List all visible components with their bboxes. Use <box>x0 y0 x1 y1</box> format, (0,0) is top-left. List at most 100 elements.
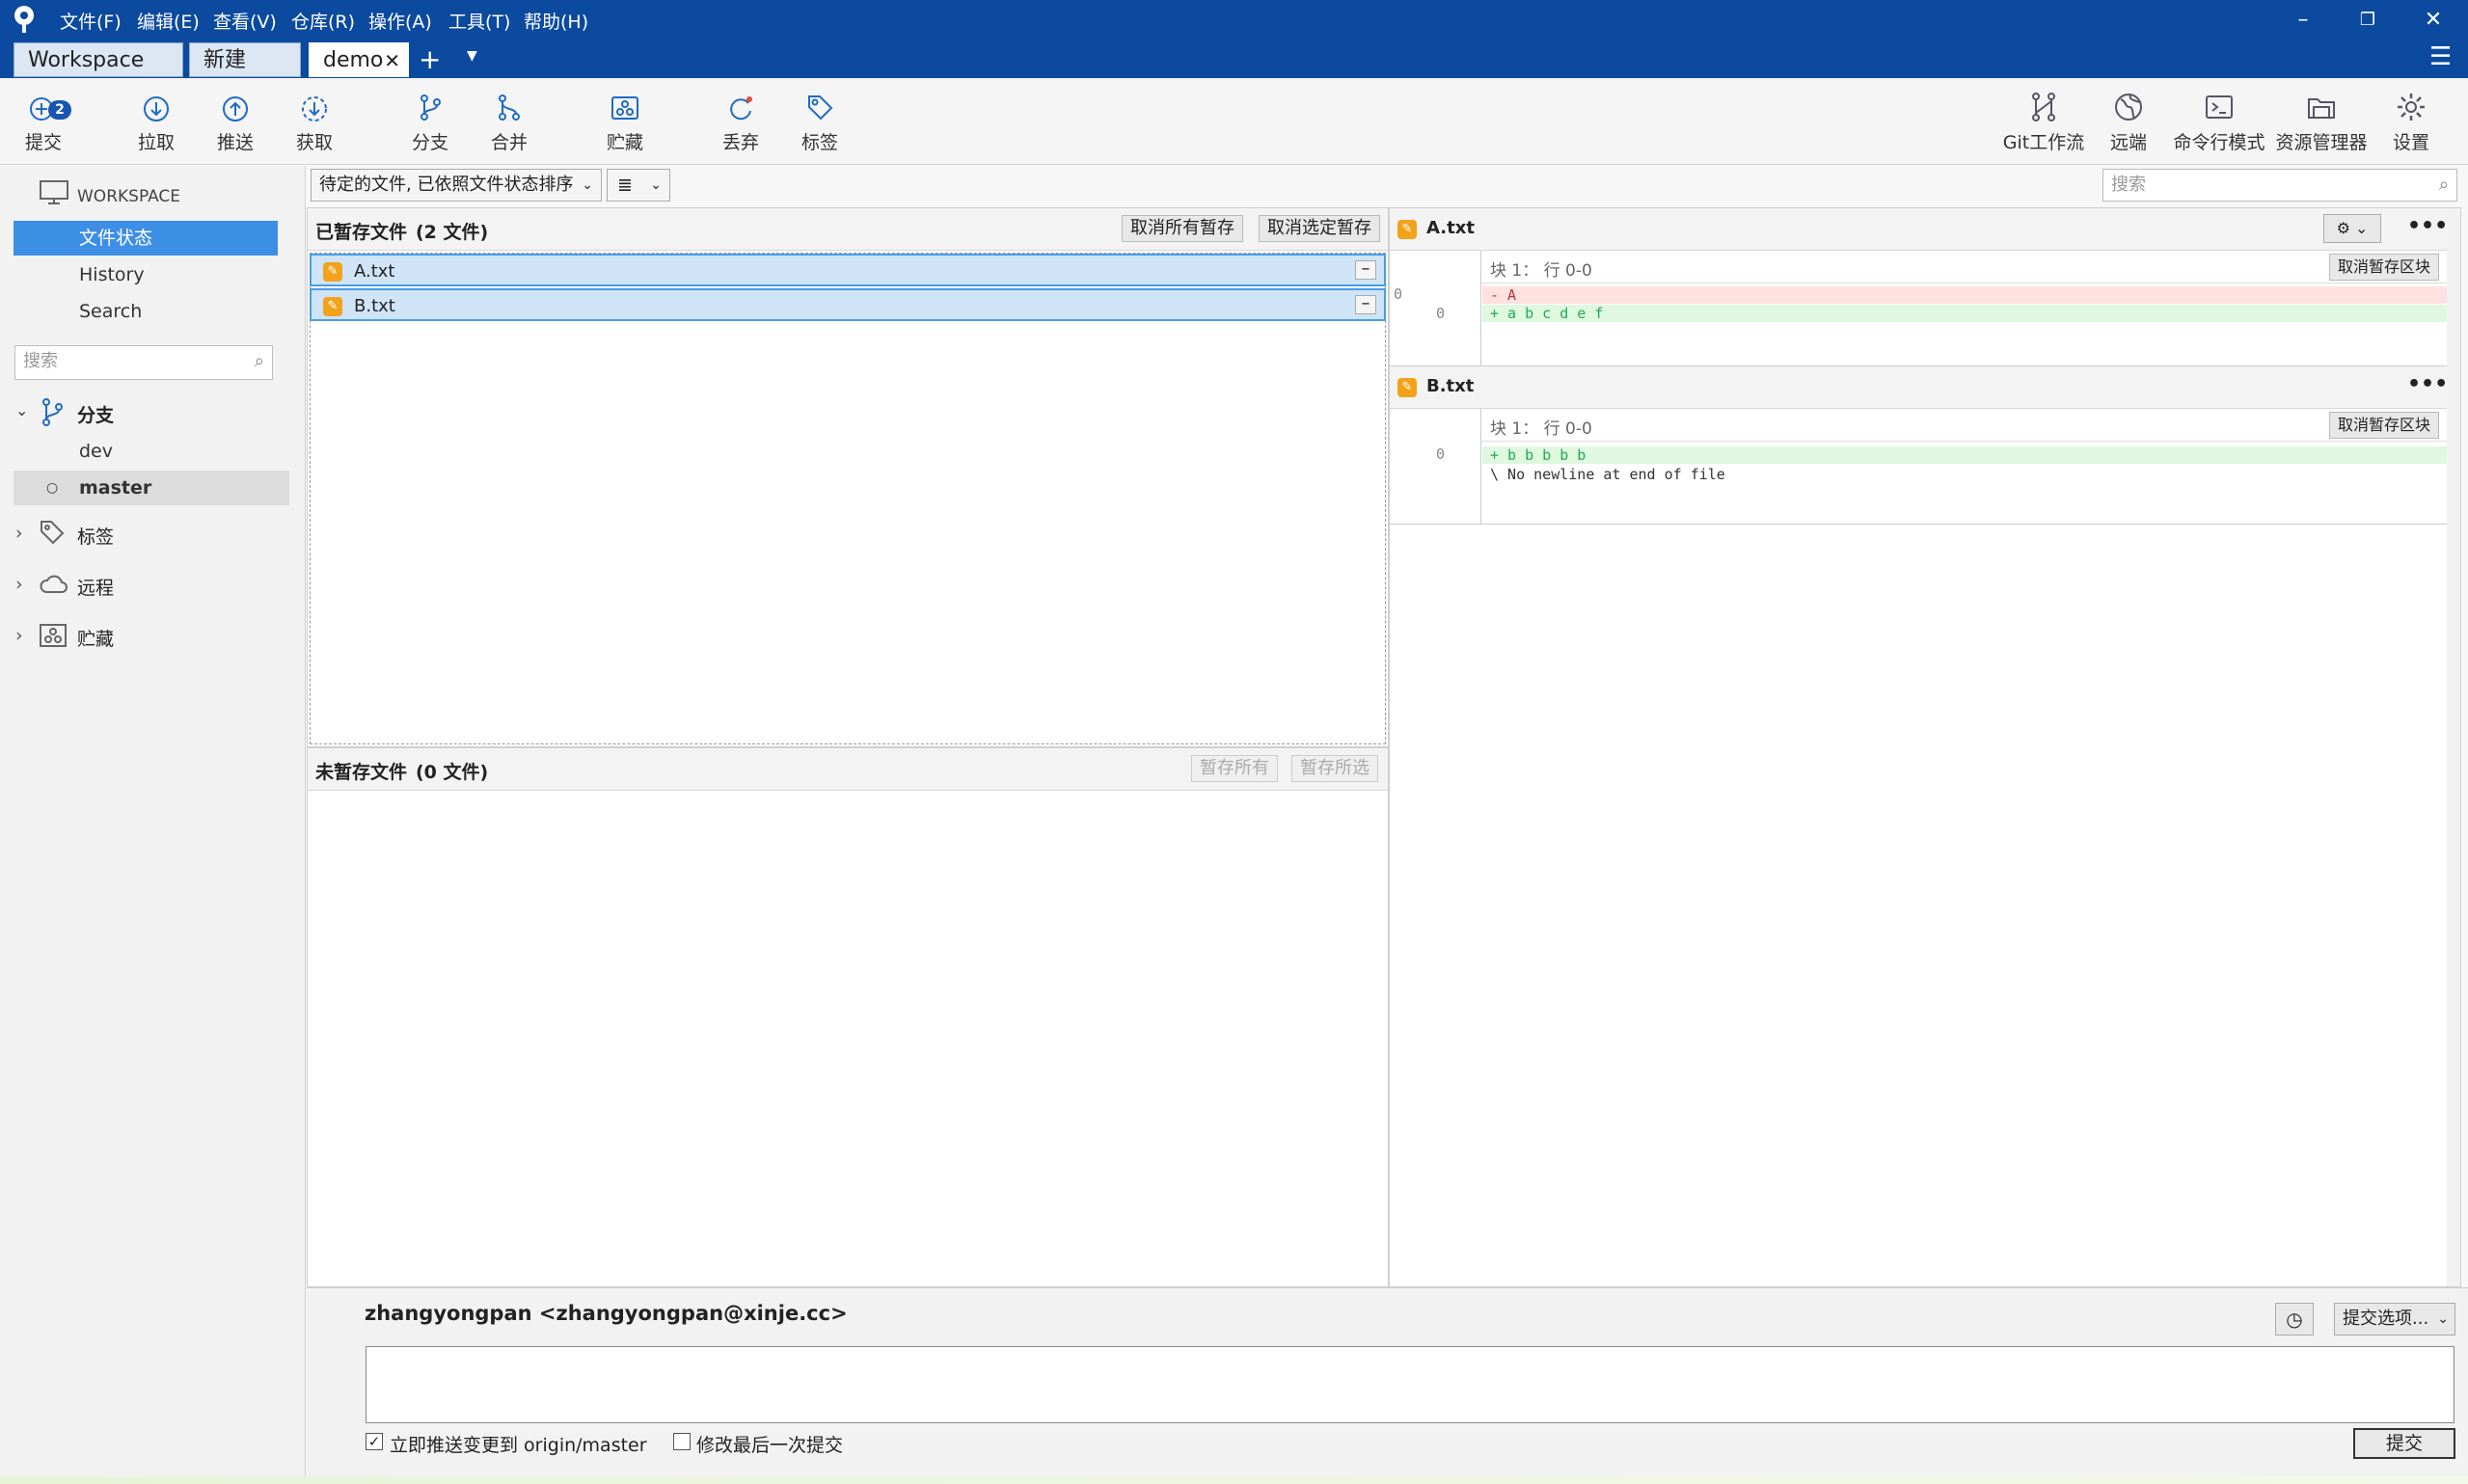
tags-heading[interactable]: 标签 <box>77 523 114 549</box>
diff-line-removed: - A <box>1482 286 2460 304</box>
menu-tools[interactable]: 工具(T) <box>448 8 510 34</box>
branch-item-master[interactable]: ○ master <box>14 471 289 505</box>
modified-file-icon: ✎ <box>323 297 342 316</box>
restore-button[interactable]: ❐ <box>2348 6 2387 35</box>
push-button[interactable]: 推送 <box>192 92 279 154</box>
sort-select[interactable]: 待定的文件, 已依照文件状态排序 ⌄ <box>311 169 602 202</box>
menu-edit[interactable]: 编辑(E) <box>137 8 200 34</box>
gear-icon <box>2398 94 2425 121</box>
remote-button[interactable]: 远端 <box>2085 92 2172 154</box>
chevron-right-icon[interactable]: › <box>15 523 23 544</box>
menu-repository[interactable]: 仓库(R) <box>291 8 355 34</box>
branches-heading[interactable]: 分支 <box>77 401 114 427</box>
commit-label: 提交 <box>24 132 62 153</box>
status-strip <box>0 1476 2468 1484</box>
unstage-hunk-button[interactable]: 取消暂存区块 <box>2329 254 2440 281</box>
tab-demo-label: demo <box>323 48 384 72</box>
chevron-down-icon: ⌄ <box>650 177 662 193</box>
new-tab-icon[interactable]: + <box>419 42 441 77</box>
search-icon: ⌕ <box>2438 175 2449 195</box>
hunk-header: 块 1： 行 0-0 取消暂存区块 <box>1480 251 2460 283</box>
remotes-heading[interactable]: 远程 <box>77 574 114 600</box>
chevron-right-icon[interactable]: › <box>15 574 23 595</box>
stashes-heading[interactable]: 贮藏 <box>77 625 114 651</box>
terminal-button[interactable]: 命令行模式 <box>2166 92 2272 154</box>
stage-all-button[interactable]: 暂存所有 <box>1191 755 1278 782</box>
branch-item-dev[interactable]: dev <box>0 434 306 469</box>
tab-close-icon[interactable]: ✕ <box>384 43 400 78</box>
unstage-file-button[interactable]: – <box>1355 260 1376 280</box>
menu-file[interactable]: 文件(F) <box>60 8 122 34</box>
tab-new[interactable]: 新建文... <box>189 42 301 107</box>
sidebar-item-history[interactable]: History <box>0 257 306 292</box>
sort-select-value: 待定的文件, 已依照文件状态排序 <box>319 175 574 195</box>
stage-selected-button[interactable]: 暂存所选 <box>1291 755 1378 782</box>
commit-message-input[interactable] <box>366 1346 2454 1423</box>
merge-label: 合并 <box>490 132 528 153</box>
explorer-button[interactable]: 资源管理器 <box>2268 92 2374 154</box>
fetch-icon <box>302 96 327 121</box>
gitflow-button[interactable]: Git工作流 <box>2000 92 2087 154</box>
close-button[interactable]: ✕ <box>2414 6 2453 35</box>
chevron-down-icon[interactable]: ⌄ <box>15 401 28 419</box>
commit-options-button[interactable]: 提交选项... ⌄ <box>2334 1303 2455 1336</box>
gitflow-icon <box>2032 93 2055 121</box>
stash-button[interactable]: 贮藏 <box>582 92 668 154</box>
view-mode-select[interactable]: ≣ ⌄ <box>607 169 670 202</box>
new-line-number: 0 <box>1436 305 1446 322</box>
staged-file-row[interactable]: ✎ B.txt – <box>310 288 1386 321</box>
unstage-file-button[interactable]: – <box>1355 295 1376 314</box>
pull-icon <box>144 96 169 121</box>
chevron-right-icon[interactable]: › <box>15 625 23 646</box>
sidebar-search-placeholder: 搜索 <box>23 351 58 371</box>
hamburger-menu-icon[interactable]: ☰ <box>2429 42 2452 71</box>
tab-list-chevron-icon[interactable]: ▼ <box>467 48 477 64</box>
discard-button[interactable]: 丢弃 <box>697 92 784 154</box>
pull-button[interactable]: 拉取 <box>113 92 200 154</box>
file-search-input[interactable]: 搜索 ⌕ <box>2102 169 2457 202</box>
branch-button[interactable]: 分支 <box>387 92 474 154</box>
fetch-label: 获取 <box>295 132 333 153</box>
chevron-down-icon: ⌄ <box>2437 1311 2449 1327</box>
branch-icon <box>39 397 66 431</box>
diff-line-text: \ No newline at end of file <box>1490 466 1725 483</box>
staged-count: (2 文件) <box>416 222 489 243</box>
commit-button[interactable]: 2 提交 <box>0 92 87 154</box>
unstage-hunk-button[interactable]: 取消暂存区块 <box>2329 412 2440 439</box>
merge-icon <box>499 94 520 121</box>
diff-line-text: + b b b b b <box>1490 446 1587 464</box>
commit-submit-button[interactable]: 提交 <box>2353 1428 2455 1459</box>
menu-view[interactable]: 查看(V) <box>213 8 277 34</box>
more-options-icon[interactable]: ••• <box>2407 372 2448 396</box>
history-clock-icon[interactable]: ◷ <box>2275 1303 2314 1336</box>
sidebar-search-input[interactable]: 搜索 ⌕ <box>14 345 273 380</box>
tag-button[interactable]: 标签 <box>776 92 863 154</box>
menu-help[interactable]: 帮助(H) <box>524 8 588 34</box>
unstage-all-button[interactable]: 取消所有暂存 <box>1122 215 1243 242</box>
diff-line-text: - A <box>1490 286 1517 304</box>
sidebar-item-search[interactable]: Search <box>0 294 306 329</box>
tab-workspace[interactable]: Workspace <box>14 42 183 77</box>
amend-checkbox[interactable] <box>673 1433 691 1450</box>
fetch-button[interactable]: 获取 <box>271 92 358 154</box>
diff-scrollbar[interactable] <box>2447 208 2460 1286</box>
push-immediately-checkbox[interactable]: ✓ <box>366 1433 383 1450</box>
sidebar-item-file-status[interactable]: 文件状态 <box>14 221 278 256</box>
diff-line-context: \ No newline at end of file <box>1482 466 1725 483</box>
discard-icon <box>730 96 752 121</box>
more-options-icon[interactable]: ••• <box>2407 214 2448 238</box>
unstage-selected-button[interactable]: 取消选定暂存 <box>1259 215 1380 242</box>
menu-actions[interactable]: 操作(A) <box>368 8 432 34</box>
divider <box>1390 524 2460 525</box>
hunk-label: 块 1： 行 0-0 <box>1490 261 1592 281</box>
minimize-button[interactable]: – <box>2284 6 2322 35</box>
diff-settings-gear-icon[interactable]: ⚙ ⌄ <box>2323 214 2381 243</box>
tag-icon <box>39 519 68 551</box>
merge-button[interactable]: 合并 <box>466 92 553 154</box>
staged-file-list <box>310 253 1386 744</box>
staged-title: 已暂存文件 <box>315 222 408 243</box>
settings-button[interactable]: 设置 <box>2368 92 2454 154</box>
tab-demo[interactable]: demo ✕ <box>309 42 409 77</box>
discard-label: 丢弃 <box>721 132 759 153</box>
staged-file-row[interactable]: ✎ A.txt – <box>310 254 1386 286</box>
